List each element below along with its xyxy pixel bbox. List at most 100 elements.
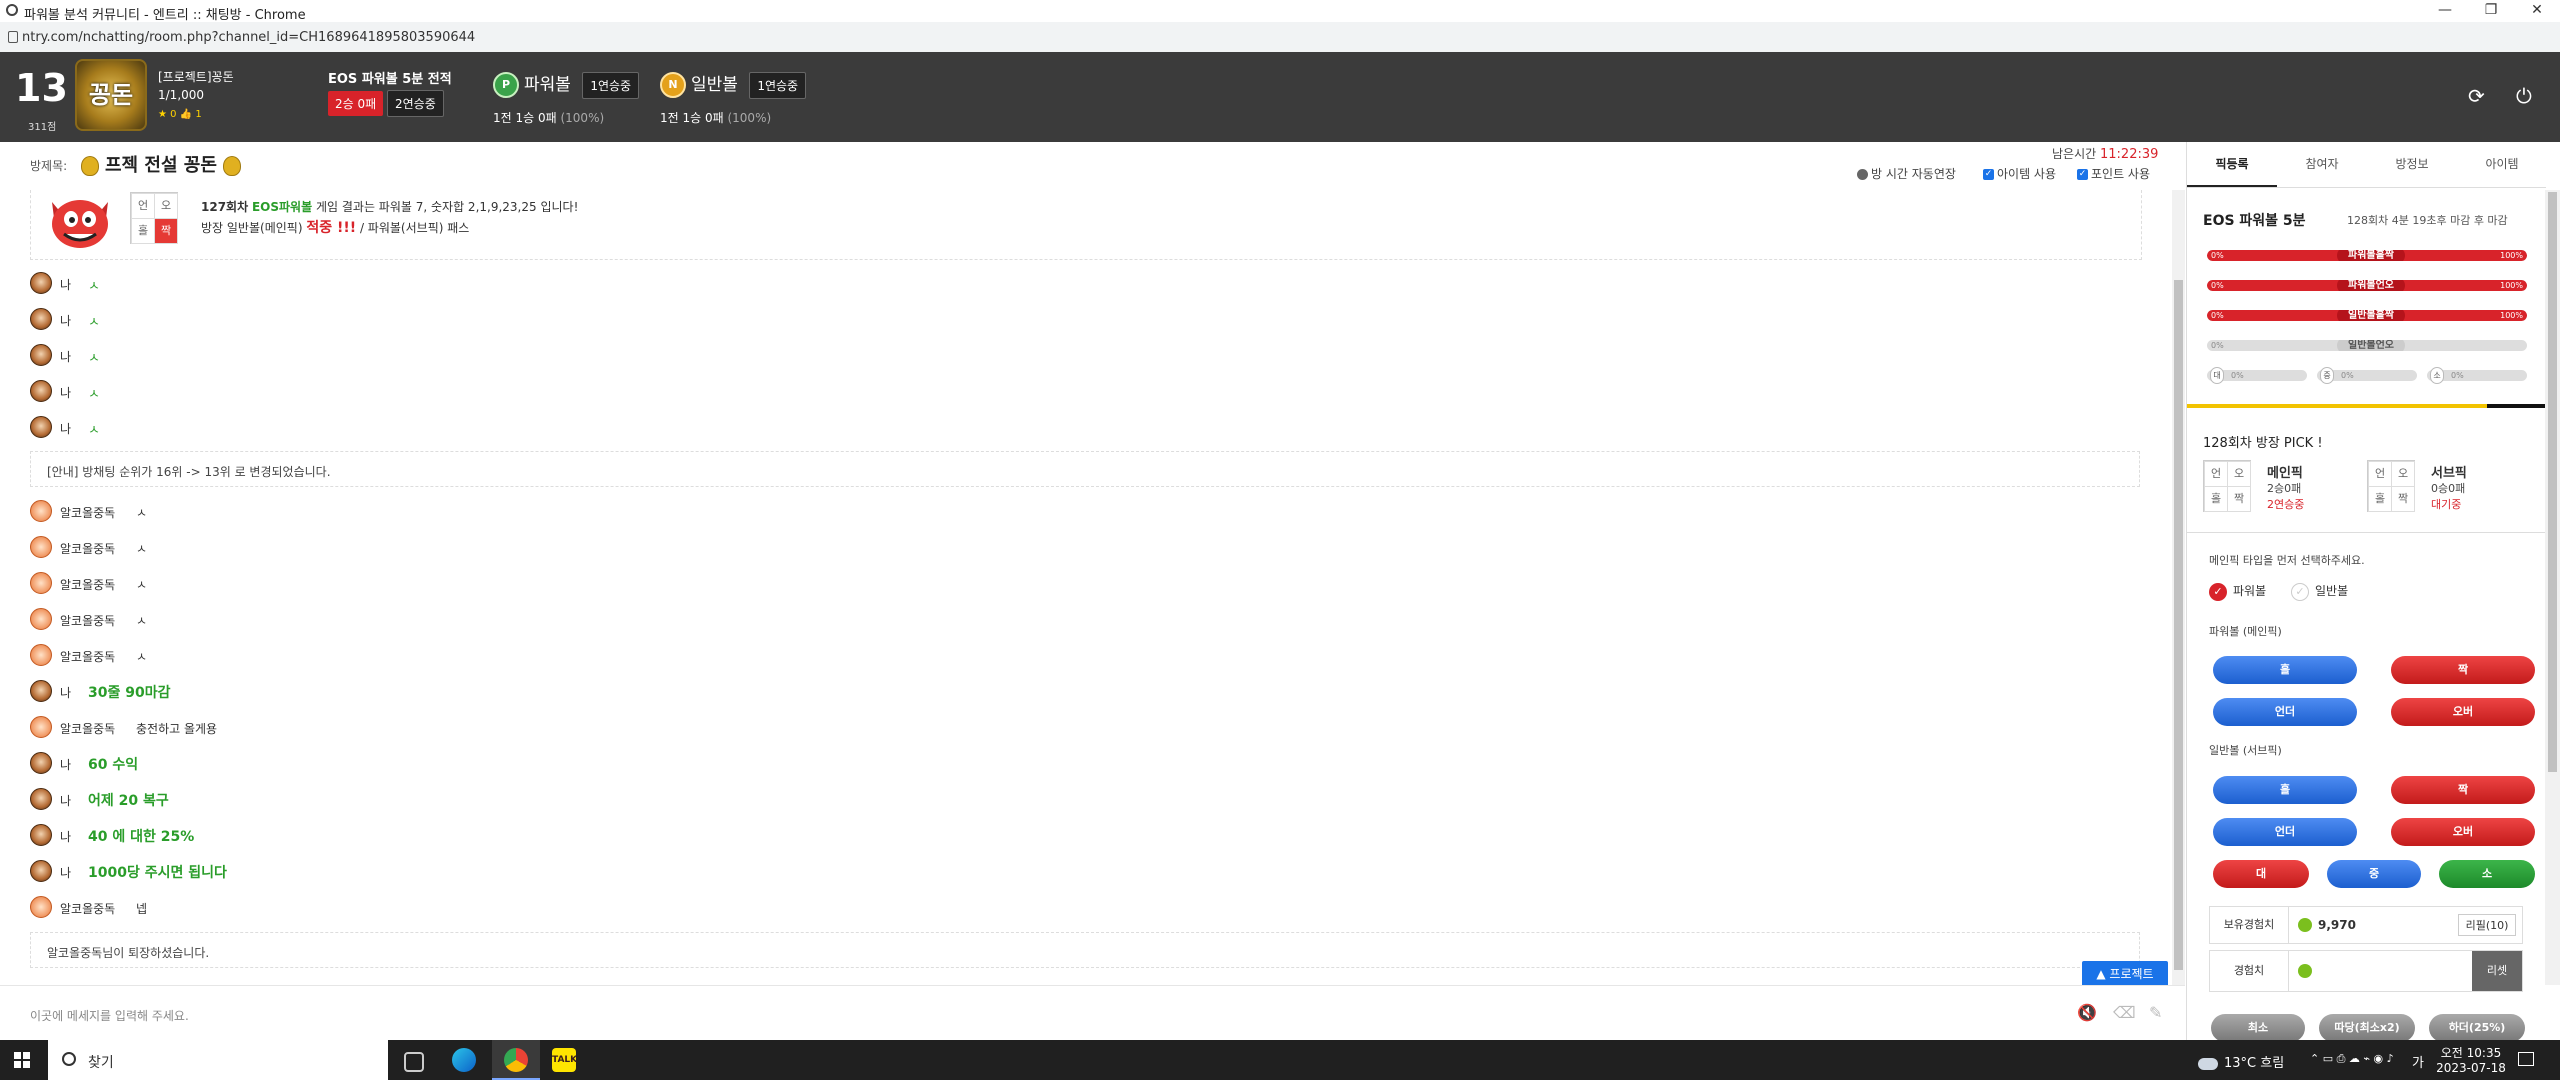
close-button[interactable]: ✕ — [2514, 0, 2560, 22]
grid-odd: 홀 — [131, 218, 155, 244]
project-button[interactable]: ▲ 프로젝트 — [2082, 961, 2168, 987]
room-points: 311점 — [28, 122, 57, 133]
bar-left-pct: 0% — [2211, 251, 2224, 260]
tab-items[interactable]: 아이템 — [2457, 142, 2546, 187]
address-bar[interactable]: ntry.com/nchatting/room.php?channel_id=C… — [0, 22, 2560, 53]
chrome-taskbar-active[interactable] — [492, 1040, 540, 1080]
powerball-main-label: 파워볼 (메인픽) — [2209, 625, 2282, 638]
mini-bar-small: 소 0% — [2427, 367, 2527, 384]
tab-participants[interactable]: 참여자 — [2277, 142, 2367, 187]
item-use-checkbox[interactable]: ✓ 아이템 사용 — [1983, 165, 2056, 182]
point-use-checkbox[interactable]: ✓ 포인트 사용 — [2077, 165, 2150, 182]
bar-right-pct: 100% — [2500, 251, 2523, 260]
panel-scrollbar[interactable] — [2545, 190, 2560, 985]
powerball-sub: 1전 1승 0패 (100%) — [493, 109, 604, 126]
weather-label: 13°C 흐림 — [2224, 1056, 2285, 1071]
big-button[interactable]: 대 — [2213, 860, 2309, 888]
record-streak-badge: 2연승중 — [387, 90, 444, 117]
result-hit: 적중 !!! — [306, 220, 357, 236]
avatar — [30, 716, 52, 738]
maximize-button[interactable]: ❐ — [2468, 0, 2514, 22]
msg-name: 나 — [60, 350, 72, 364]
remaining-time-label: 남은시간 — [2052, 147, 2097, 161]
magic-wand-icon[interactable]: ✎ — [2149, 1003, 2162, 1022]
message-input-row[interactable]: 이곳에 메세지를 입력해 주세요. 🔇 ⌫ ✎ — [0, 985, 2185, 1041]
refill-button[interactable]: 리필(10) — [2458, 914, 2516, 936]
reset-button[interactable]: 리셋 — [2472, 951, 2522, 991]
chat-area[interactable]: 언 오 홀 짝 127회차 EOS파워볼 게임 결과는 파워볼 7, 숫자합 2… — [0, 190, 2172, 985]
grid-cell: 짝 — [2227, 486, 2251, 512]
item-use-label: 아이템 사용 — [1997, 167, 2057, 181]
xp-input[interactable] — [2316, 955, 2466, 987]
grid-cell: 홀 — [2368, 486, 2392, 512]
mute-icon[interactable]: 🔇 — [2077, 1003, 2097, 1022]
notification-icon[interactable] — [2518, 1052, 2534, 1066]
power-icon[interactable]: ⏻ — [2516, 84, 2532, 108]
power-odd-button[interactable]: 홀 — [2213, 656, 2357, 684]
small-button[interactable]: 소 — [2439, 860, 2535, 888]
grid-under: 언 — [131, 193, 155, 219]
mini-bar-mid: 중 0% — [2317, 367, 2417, 384]
record-title: EOS 파워볼 5분 전적 — [328, 72, 452, 87]
msg-text: 어제 20 복구 — [88, 793, 169, 809]
double-button[interactable]: 따당(최소x2) — [2319, 1014, 2415, 1040]
msg-name: 나 — [60, 422, 72, 436]
normal-under-button[interactable]: 언더 — [2213, 818, 2357, 846]
ime-indicator[interactable]: 가 — [2412, 1052, 2424, 1071]
bar-label: 일반볼홀짝 — [2337, 310, 2405, 321]
quarter-button[interactable]: 하더(25%) — [2429, 1014, 2525, 1040]
message-input[interactable]: 이곳에 메세지를 입력해 주세요. — [30, 1007, 189, 1024]
task-view-icon[interactable] — [404, 1052, 424, 1072]
radio-powerball[interactable]: ✓ 파워볼 — [2209, 582, 2266, 601]
tray-icons[interactable]: ⌃ ▭ ⎙ ☁ ⌁ ◉ ♪ — [2310, 1052, 2394, 1066]
bar-right-pct: 100% — [2500, 311, 2523, 320]
msg-name: 나 — [60, 758, 72, 772]
min-button[interactable]: 최소 — [2211, 1014, 2305, 1040]
scrollbar-thumb[interactable] — [2174, 280, 2183, 970]
power-under-button[interactable]: 언더 — [2213, 698, 2357, 726]
auto-extend-option[interactable]: 방 시간 자동연장 — [1857, 165, 1956, 182]
record-win-badge: 2승 0패 — [328, 91, 384, 116]
edge-icon[interactable] — [452, 1048, 476, 1072]
power-over-button[interactable]: 오버 — [2391, 698, 2535, 726]
taskbar-search[interactable]: 찾기 — [48, 1040, 388, 1080]
windows-start-icon[interactable] — [14, 1052, 30, 1068]
msg-text: 60 수익 — [88, 757, 139, 773]
avatar — [30, 860, 52, 882]
msg-name: 알코올중독 — [60, 506, 116, 520]
normal-odd-button[interactable]: 홀 — [2213, 776, 2357, 804]
mini-pct: 0% — [2231, 371, 2244, 380]
kakaotalk-icon[interactable]: TALK — [552, 1048, 577, 1072]
tab-room-info[interactable]: 방정보 — [2367, 142, 2457, 187]
game-info: 128회차 4분 19초후 마감 후 마감 — [2347, 214, 2508, 227]
star-count: ★ 0 👍 1 — [158, 109, 202, 120]
normal-over-button[interactable]: 오버 — [2391, 818, 2535, 846]
scrollbar-thumb[interactable] — [2548, 192, 2557, 772]
chat-scrollbar[interactable] — [2172, 190, 2185, 985]
radio-normalball[interactable]: ✓ 일반볼 — [2291, 582, 2348, 601]
msg-text: 1000당 주시면 됩니다 — [88, 865, 227, 881]
room-title: 프젝 전설 꽁돈 — [75, 151, 247, 177]
tab-pick-register[interactable]: 픽등록 — [2187, 142, 2277, 187]
msg-text: 40 에 대한 25% — [88, 829, 195, 845]
coin-icon — [2298, 964, 2312, 978]
normalball-sub-label: 일반볼 (서브픽) — [2209, 744, 2282, 757]
result-line-2: 방장 일반볼(메인픽) 적중 !!! / 파워볼(서브픽) 패스 — [201, 217, 469, 237]
refresh-icon[interactable]: ⟳ — [2468, 84, 2485, 108]
normalball-sub: 1전 1승 0패 (100%) — [660, 109, 771, 126]
eraser-icon[interactable]: ⌫ — [2113, 1003, 2136, 1022]
powerball-icon: P — [493, 72, 519, 98]
bar-left-pct: 0% — [2211, 281, 2224, 290]
mid-button[interactable]: 중 — [2327, 860, 2421, 888]
normal-even-button[interactable]: 짝 — [2391, 776, 2535, 804]
grid-over: 오 — [154, 193, 178, 219]
msg-text: 30줄 90마감 — [88, 685, 171, 701]
bar-label: 일반볼언오 — [2337, 340, 2405, 351]
sub-pick-grid: 언 오 홀 짝 — [2367, 460, 2415, 512]
clock[interactable]: 오전 10:35 2023-07-18 — [2436, 1044, 2506, 1075]
result-grid: 언 오 홀 짝 — [130, 192, 178, 244]
url-text[interactable]: ntry.com/nchatting/room.php?channel_id=C… — [22, 30, 475, 45]
power-even-button[interactable]: 짝 — [2391, 656, 2535, 684]
game-title: EOS 파워볼 5분 — [2203, 213, 2306, 229]
minimize-button[interactable]: — — [2422, 0, 2468, 22]
